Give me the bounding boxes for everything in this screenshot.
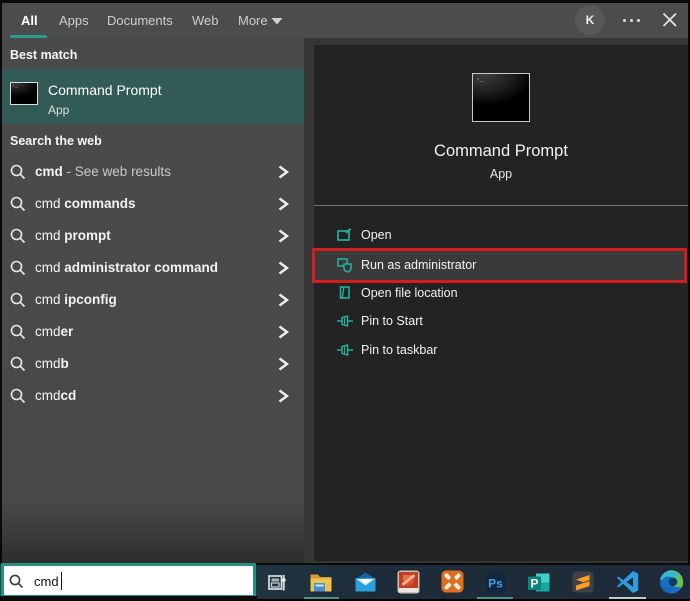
svg-text:P: P	[530, 577, 538, 591]
svg-text:Ps: Ps	[488, 577, 503, 591]
